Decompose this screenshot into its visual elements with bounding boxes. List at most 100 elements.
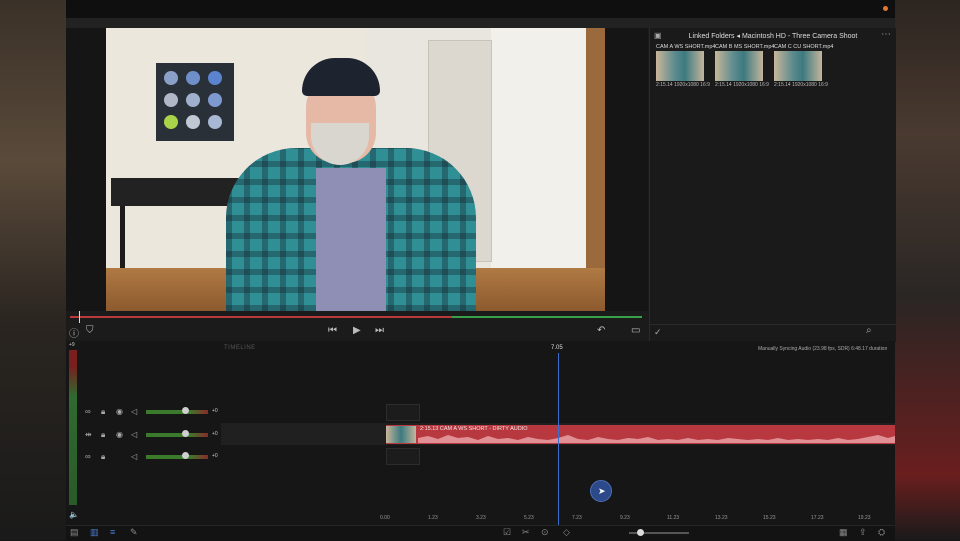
empty-audio-slot[interactable] — [386, 448, 420, 465]
eye-icon[interactable]: ◉ — [116, 407, 123, 416]
volume-knob[interactable] — [182, 407, 189, 414]
more-icon[interactable]: ⋯ — [881, 29, 891, 40]
panel-icon[interactable]: ▥ — [90, 527, 99, 538]
gain-value: +0 — [212, 408, 218, 414]
status-text: Manually Syncing Audio (23.98 fps, SDR) … — [758, 346, 888, 352]
background-left — [0, 0, 66, 540]
ruler-tick: 19.23 — [858, 515, 871, 521]
transport-controls: ⓘ ⛉ ⏮ ▶ ⏭ ↶ ▭ — [66, 323, 648, 341]
forward-icon[interactable]: ⏭ — [375, 325, 384, 336]
bottom-toolbar: ▤ ▥ ≡ ✎ ☑ ✂ ⊙ ◇ ▦ ⇪ ⛭ — [66, 525, 895, 541]
browser-clip[interactable]: CAM B MS SHORT.mp4 2:15.14 1920x1080 16:… — [715, 44, 775, 88]
gain-value: +0 — [212, 453, 218, 459]
lock-icon[interactable]: 🔒︎ — [101, 430, 105, 440]
import-icon[interactable]: ▤ — [70, 527, 79, 538]
toolbar-strip — [66, 18, 895, 28]
track-controls: ⇹ 🔒︎ ◉ ◁ +0 — [82, 427, 222, 443]
scrubber-range — [452, 316, 642, 318]
browser-clip[interactable]: CAM A WS SHORT.mp4 2:15.14 1920x1080 16:… — [656, 44, 716, 88]
display-icon[interactable]: ▭ — [631, 325, 640, 336]
ruler-tick: 5.23 — [524, 515, 534, 521]
ruler-tick: 1.23 — [428, 515, 438, 521]
track-controls: ∞ 🔒︎ ◁ +0 — [82, 449, 222, 465]
viewer-playhead[interactable] — [79, 311, 80, 323]
speaker-icon[interactable]: ◁ — [131, 407, 137, 416]
checkbox-icon[interactable]: ☑ — [503, 527, 511, 538]
share-icon[interactable]: ⇪ — [859, 527, 867, 538]
clip-thumbnail — [774, 51, 822, 81]
clip-name: CAM C CU SHORT.mp4 — [774, 44, 834, 50]
volume-knob[interactable] — [182, 430, 189, 437]
empty-video-slot[interactable] — [386, 404, 420, 421]
rewind-icon[interactable]: ⏮ — [328, 325, 337, 336]
ruler-tick: 13.23 — [715, 515, 728, 521]
ruler-tick: 7.23 — [572, 515, 582, 521]
search-icon[interactable]: ⌕ — [866, 325, 872, 336]
scene-artwork — [156, 63, 234, 141]
timeline-ruler[interactable]: 0.00 1.23 3.23 5.23 7.23 9.23 11.23 13.2… — [66, 512, 895, 522]
ruler-tick: 17.23 — [811, 515, 824, 521]
scene-piano-leg — [120, 206, 125, 268]
info-icon[interactable]: ⓘ — [69, 325, 79, 340]
ruler-tick: 11.23 — [667, 515, 680, 521]
scene-doorframe — [491, 28, 586, 268]
scene-shelf — [586, 28, 605, 273]
video-frame[interactable] — [106, 28, 605, 311]
timeline-playhead[interactable] — [558, 353, 559, 525]
volume-slider[interactable] — [146, 407, 208, 414]
track-controls: ∞ 🔒︎ ◉ ◁ +0 — [82, 404, 222, 420]
scene-shirt — [316, 168, 386, 311]
zoom-knob[interactable] — [637, 529, 644, 536]
clip-thumbnail — [386, 426, 416, 443]
folder-icon[interactable]: ▣ — [654, 31, 662, 40]
ruler-tick: 0.00 — [380, 515, 390, 521]
speaker-icon[interactable]: ◁ — [131, 430, 137, 439]
speaker-icon[interactable]: ◁ — [131, 452, 137, 461]
link-icon[interactable]: ∞ — [85, 407, 91, 416]
layout-icon[interactable]: ▦ — [839, 527, 848, 538]
volume-slider[interactable] — [146, 452, 208, 459]
target-icon[interactable]: ⊙ — [541, 527, 549, 538]
browser-clip[interactable]: CAM C CU SHORT.mp4 2:15.14 1920x1080 16:… — [774, 44, 834, 88]
viewer — [66, 28, 648, 311]
audio-meter — [69, 350, 77, 505]
browser-footer: ✓ ⌕ — [650, 324, 896, 342]
clip-name: CAM A WS SHORT.mp4 — [656, 44, 716, 50]
lock-icon[interactable]: 🔒︎ — [101, 452, 105, 462]
ruler-tick: 9.23 — [620, 515, 630, 521]
title-bar — [66, 0, 895, 18]
volume-knob[interactable] — [182, 452, 189, 459]
gain-value: +0 — [212, 431, 218, 437]
link-icon[interactable]: ⇹ — [85, 430, 92, 439]
undo-icon[interactable]: ↶ — [597, 325, 605, 336]
clip-meta: 2:15.14 1920x1080 16:9 — [774, 82, 828, 88]
audio-waveform — [418, 435, 895, 443]
timeline-label: TIMELINE — [224, 345, 256, 351]
scissors-icon[interactable]: ✂ — [522, 527, 530, 538]
volume-slider[interactable] — [146, 430, 208, 437]
clip-meta: 2:15.14 1920x1080 16:9 — [715, 82, 769, 88]
app-window: ⓘ ⛉ ⏮ ▶ ⏭ ↶ ▭ Linked Folders ◂ Macintosh… — [66, 0, 896, 541]
media-browser: Linked Folders ◂ Macintosh HD - Three Ca… — [649, 28, 896, 342]
lock-icon[interactable]: 🔒︎ — [101, 407, 105, 417]
record-indicator — [883, 6, 888, 11]
check-icon[interactable]: ✓ — [654, 327, 662, 338]
browser-title: Linked Folders ◂ Macintosh HD - Three Ca… — [688, 33, 858, 40]
play-icon[interactable]: ▶ — [353, 325, 361, 336]
arrow-cursor-icon: ➤ — [598, 486, 606, 496]
meter-peak: +9 — [69, 342, 75, 348]
ruler-tick: 15.23 — [763, 515, 776, 521]
export-icon[interactable]: ⛭ — [878, 527, 885, 538]
clip-thumbnail — [656, 51, 704, 81]
link-icon[interactable]: ∞ — [85, 452, 91, 461]
clip-name: CAM B MS SHORT.mp4 — [715, 44, 775, 50]
playhead-time: 7.05 — [551, 345, 563, 351]
marker-icon[interactable]: ⛉ — [86, 325, 94, 336]
scrubber-played — [70, 316, 452, 318]
list-icon[interactable]: ≡ — [110, 527, 115, 537]
add-marker-icon[interactable]: ◇ — [563, 527, 570, 538]
clip-thumbnail — [715, 51, 763, 81]
edit-icon[interactable]: ✎ — [130, 527, 138, 538]
clip-meta: 2:15.14 1920x1080 16:9 — [656, 82, 710, 88]
eye-icon[interactable]: ◉ — [116, 430, 123, 439]
